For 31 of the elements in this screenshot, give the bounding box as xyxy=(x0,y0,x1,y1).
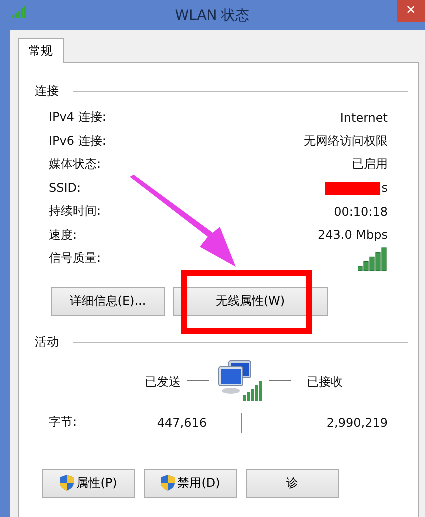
redaction-bar xyxy=(324,182,380,195)
field-label: IPv6 连接: xyxy=(49,132,106,150)
field-label: 持续时间: xyxy=(49,203,102,220)
tab[interactable]: 常规 xyxy=(18,38,64,63)
wireless-properties-button[interactable]: 无线属性(W) xyxy=(173,286,328,316)
action-button[interactable]: 禁用(D) xyxy=(144,468,237,498)
field-value: s xyxy=(382,181,388,196)
field-label: 媒体状态: xyxy=(49,156,102,174)
window-title: WLAN 状态 xyxy=(175,7,250,25)
section-heading: 连接 xyxy=(35,83,59,100)
action-button[interactable]: 属性(P) xyxy=(42,468,135,498)
details-button[interactable]: 详细信息(E)... xyxy=(51,286,165,316)
close-button[interactable]: × xyxy=(397,0,425,22)
field-value: 243.0 Mbps xyxy=(318,228,388,242)
signal-icon xyxy=(358,246,388,271)
field-label: SSID: xyxy=(49,181,82,196)
field-label: IPv4 连接: xyxy=(49,109,106,126)
field-label: 字节: xyxy=(49,414,78,431)
field-value: Internet xyxy=(340,110,388,125)
action-button[interactable]: 诊 xyxy=(246,468,339,498)
bytes-received: 2,990,219 xyxy=(326,416,388,430)
field-label: 信号质量: xyxy=(49,250,102,268)
field-value: 00:10:18 xyxy=(334,204,388,219)
section-heading: 活动 xyxy=(35,334,59,350)
field-value: 已启用 xyxy=(352,156,388,174)
field-value: 无网络访问权限 xyxy=(304,132,388,150)
signal-icon xyxy=(12,6,26,18)
bytes-sent: 447,616 xyxy=(156,416,207,430)
sent-label: 已发送 xyxy=(145,374,181,391)
field-label: 速度: xyxy=(49,226,78,244)
received-label: 已接收 xyxy=(307,374,343,391)
